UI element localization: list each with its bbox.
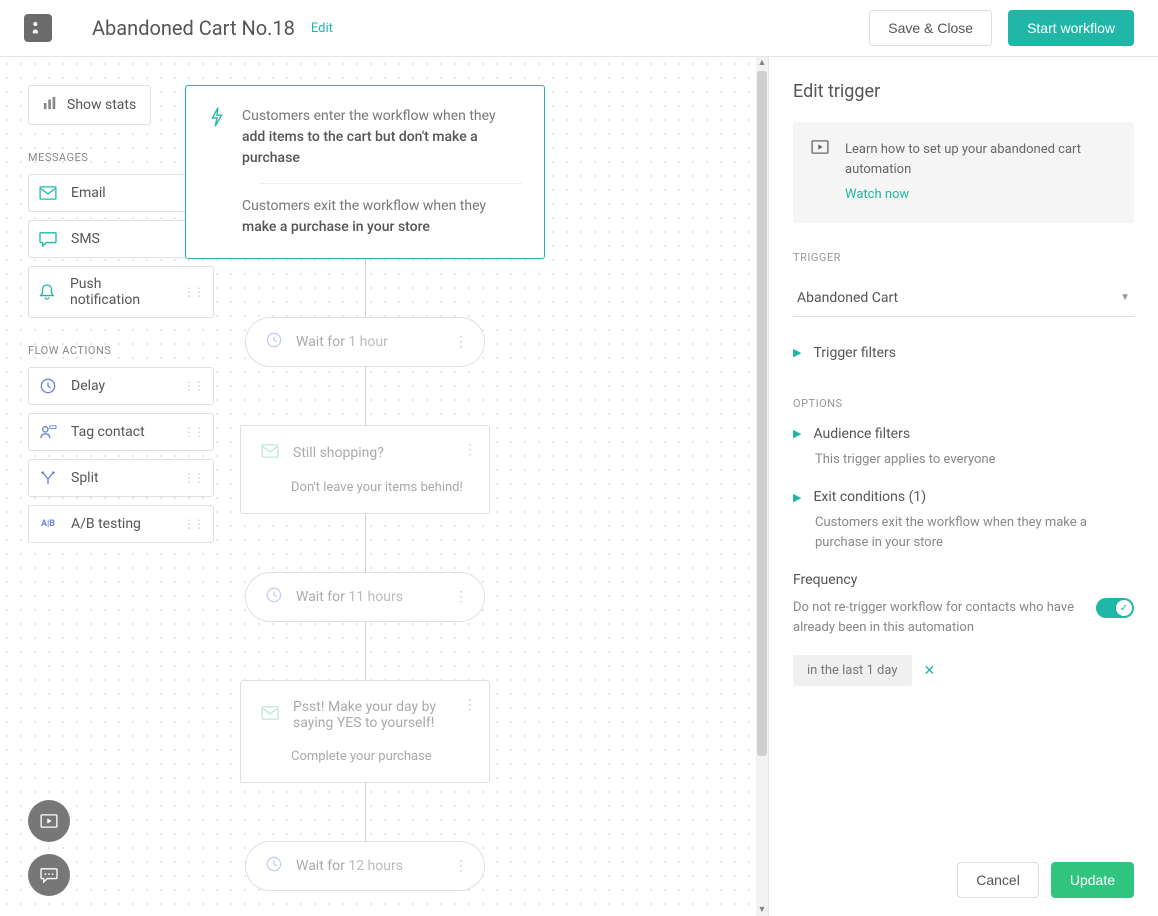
edit-title-link[interactable]: Edit xyxy=(311,21,333,36)
clock-icon xyxy=(39,377,57,395)
info-text: Learn how to set up your abandoned cart … xyxy=(845,142,1081,177)
frequency-toggle[interactable]: ✓ xyxy=(1096,598,1134,618)
block-label: Split xyxy=(71,470,99,486)
more-icon[interactable]: ⋮ xyxy=(454,334,468,350)
ab-icon: A|B xyxy=(39,515,57,533)
email-icon xyxy=(261,706,279,724)
app-header: Abandoned Cart No.18 Edit Save & Close S… xyxy=(0,0,1158,57)
lightning-icon xyxy=(208,106,226,132)
caret-right-icon: ▶ xyxy=(793,427,801,440)
video-help-button[interactable] xyxy=(28,800,70,842)
show-stats-label: Show stats xyxy=(67,97,136,113)
email-node-2[interactable]: Psst! Make your day by saying YES to you… xyxy=(240,680,490,783)
trigger-node[interactable]: Customers enter the workflow when they a… xyxy=(185,85,545,259)
block-label: Push notification xyxy=(70,276,169,308)
wait-text: Wait for 12 hours xyxy=(296,858,403,874)
audience-filters-sub: This trigger applies to everyone xyxy=(793,450,1134,470)
more-icon[interactable]: ⋮ xyxy=(463,442,477,458)
show-stats-button[interactable]: Show stats xyxy=(28,85,151,125)
email-preview: Complete your purchase xyxy=(261,749,469,764)
scroll-up-arrow-icon[interactable]: ▲ xyxy=(756,57,768,69)
cancel-button[interactable]: Cancel xyxy=(957,862,1039,898)
bell-icon xyxy=(39,283,56,301)
wait-node-1[interactable]: Wait for 1 hour ⋮ xyxy=(245,317,485,367)
sms-icon xyxy=(39,230,57,248)
email-preview: Don't leave your items behind! xyxy=(261,480,469,495)
wait-node-2[interactable]: Wait for 11 hours ⋮ xyxy=(245,572,485,622)
clock-icon xyxy=(266,587,282,607)
more-icon[interactable]: ⋮ xyxy=(463,697,477,713)
more-icon[interactable]: ⋮ xyxy=(454,858,468,874)
block-label: Delay xyxy=(71,378,105,394)
clock-icon xyxy=(266,856,282,876)
save-close-button[interactable]: Save & Close xyxy=(869,10,992,46)
start-workflow-button[interactable]: Start workflow xyxy=(1008,10,1134,46)
block-label: A/B testing xyxy=(71,516,141,532)
bar-chart-icon xyxy=(43,96,57,114)
trigger-exit-text: Customers exit the workflow when they ma… xyxy=(208,196,522,238)
trigger-enter-text: Customers enter the workflow when they a… xyxy=(242,106,522,169)
frequency-title: Frequency xyxy=(793,572,1134,588)
trigger-filters-label: Trigger filters xyxy=(813,345,896,361)
email-subject: Still shopping? xyxy=(293,445,384,461)
edit-trigger-panel: Edit trigger Learn how to set up your ab… xyxy=(768,57,1158,916)
scrollbar-thumb[interactable] xyxy=(757,71,767,756)
video-icon xyxy=(811,140,829,205)
block-label: SMS xyxy=(71,231,100,247)
trigger-select-value: Abandoned Cart xyxy=(797,290,898,306)
update-button[interactable]: Update xyxy=(1051,862,1134,898)
tag-contact-icon xyxy=(39,423,57,441)
page-title: Abandoned Cart No.18 xyxy=(92,16,295,40)
remove-chip-icon[interactable]: ✕ xyxy=(924,663,936,679)
split-icon xyxy=(39,469,57,487)
trigger-select[interactable]: Abandoned Cart ▼ xyxy=(793,280,1134,317)
check-icon: ✓ xyxy=(1116,600,1132,616)
options-label: OPTIONS xyxy=(793,397,1134,410)
frequency-chip[interactable]: in the last 1 day xyxy=(793,655,912,686)
exit-conditions-row[interactable]: ▶ Exit conditions (1) xyxy=(793,489,1134,505)
more-icon[interactable]: ⋮ xyxy=(454,589,468,605)
watch-now-link[interactable]: Watch now xyxy=(845,185,909,205)
trigger-filters-row[interactable]: ▶ Trigger filters xyxy=(793,345,1134,361)
email-subject: Psst! Make your day by saying YES to you… xyxy=(293,699,469,731)
email-node-1[interactable]: Still shopping? Don't leave your items b… xyxy=(240,425,490,514)
wait-node-3[interactable]: Wait for 12 hours ⋮ xyxy=(245,841,485,891)
workflow-canvas[interactable]: Show stats MESSAGES Email ⋮⋮ xyxy=(0,57,768,916)
chat-help-button[interactable] xyxy=(28,854,70,896)
frequency-text: Do not re-trigger workflow for contacts … xyxy=(793,598,1080,637)
scroll-down-arrow-icon[interactable]: ▼ xyxy=(756,904,768,916)
chevron-down-icon: ▼ xyxy=(1120,292,1130,303)
exit-conditions-label: Exit conditions (1) xyxy=(813,489,926,505)
wait-text: Wait for 11 hours xyxy=(296,589,403,605)
caret-right-icon: ▶ xyxy=(793,346,801,359)
caret-right-icon: ▶ xyxy=(793,491,801,504)
block-label: Email xyxy=(71,185,106,201)
audience-filters-label: Audience filters xyxy=(813,426,910,442)
wait-text: Wait for 1 hour xyxy=(296,334,388,350)
email-icon xyxy=(261,444,279,462)
exit-conditions-sub: Customers exit the workflow when they ma… xyxy=(793,513,1134,552)
flow-nodes: Customers enter the workflow when they a… xyxy=(175,85,555,891)
block-label: Tag contact xyxy=(71,424,145,440)
email-icon xyxy=(39,184,57,202)
trigger-label: TRIGGER xyxy=(793,251,1134,264)
panel-title: Edit trigger xyxy=(793,81,1134,102)
canvas-scrollbar[interactable]: ▲ ▼ xyxy=(756,57,768,916)
clock-icon xyxy=(266,332,282,352)
info-box: Learn how to set up your abandoned cart … xyxy=(793,122,1134,223)
audience-filters-row[interactable]: ▶ Audience filters xyxy=(793,426,1134,442)
app-logo-icon xyxy=(24,14,52,42)
